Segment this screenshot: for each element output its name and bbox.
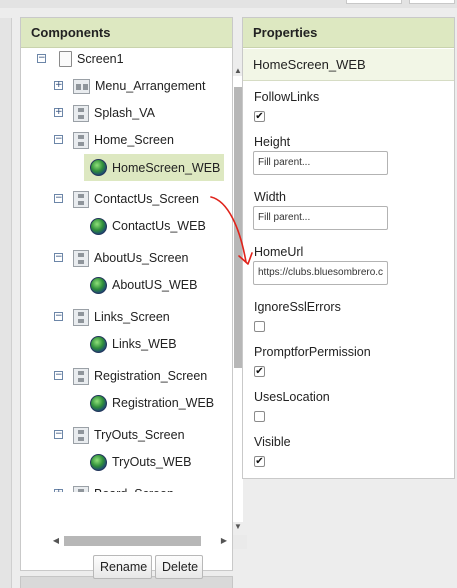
property-label-ignoresslerrors: IgnoreSslErrors: [254, 300, 341, 314]
property-label-useslocation: UsesLocation: [254, 390, 330, 404]
selected-component-name: HomeScreen_WEB: [243, 49, 454, 81]
tree-node[interactable]: − Links_Screen: [54, 307, 170, 327]
collapse-toggle-icon[interactable]: −: [54, 194, 63, 203]
tree-node-label: AboutUs_Screen: [94, 251, 189, 265]
vertical-arrangement-icon: [73, 426, 89, 444]
tree-node[interactable]: − Screen1: [37, 49, 124, 69]
tree-node-label: Links_WEB: [112, 337, 177, 351]
rename-button[interactable]: Rename: [93, 555, 152, 579]
vertical-arrangement-icon: [73, 104, 89, 122]
vertical-arrangement-icon: [73, 249, 89, 267]
scroll-left-arrow-icon[interactable]: ◀: [51, 535, 61, 547]
scrollbar-corner: [233, 535, 247, 549]
tree-node-label: ContactUs_WEB: [112, 219, 206, 233]
tree-node-label: HomeScreen_WEB: [112, 160, 221, 175]
tree-node-label: Links_Screen: [94, 310, 170, 324]
vertical-arrangement-icon: [73, 367, 89, 385]
tree-node[interactable]: ContactUs_WEB: [90, 216, 206, 236]
followlinks-checkbox[interactable]: ✔: [254, 111, 265, 122]
tree-node-label: Registration_Screen: [94, 369, 208, 383]
tree-node-label: TryOuts_WEB: [112, 455, 192, 469]
toolbar-button[interactable]: [409, 0, 455, 4]
scroll-right-arrow-icon[interactable]: ▶: [219, 535, 229, 547]
tree-node[interactable]: Registration_WEB: [90, 393, 214, 413]
tree-node[interactable]: TryOuts_WEB: [90, 452, 191, 472]
visible-checkbox[interactable]: ✔: [254, 456, 265, 467]
tree-node[interactable]: + Splash_VA: [54, 103, 155, 123]
properties-panel-title: Properties: [243, 18, 454, 48]
collapse-toggle-icon[interactable]: −: [37, 54, 46, 63]
screen-icon: [59, 51, 72, 67]
web-viewer-icon: [90, 159, 107, 176]
tree-node-label: Home_Screen: [94, 133, 174, 147]
vertical-arrangement-icon: [73, 131, 89, 149]
tree-horizontal-scrollbar[interactable]: ◀ ▶: [51, 535, 229, 547]
components-panel: Components − Screen1 + Menu_Arrangement + Spl…: [20, 17, 247, 579]
tree-node-label: Splash_VA: [94, 106, 155, 120]
scroll-thumb[interactable]: [234, 87, 242, 368]
property-label-visible: Visible: [254, 435, 291, 449]
tree-node-label: Board_Screen: [94, 487, 174, 492]
scroll-thumb-horizontal[interactable]: [64, 536, 201, 546]
tree-node-label: TryOuts_Screen: [94, 428, 185, 442]
ignoresslerrors-checkbox[interactable]: [254, 321, 265, 332]
vertical-arrangement-icon: [73, 190, 89, 208]
vertical-arrangement-icon: [73, 308, 89, 326]
toolbar-button[interactable]: [346, 0, 402, 4]
tree-node[interactable]: + Menu_Arrangement: [54, 76, 206, 96]
top-toolbar-strip: [0, 0, 457, 8]
tree-node[interactable]: AboutUS_WEB: [90, 275, 197, 295]
vertical-arrangement-icon: [73, 485, 89, 492]
tree-node[interactable]: − TryOuts_Screen: [54, 425, 185, 445]
property-label-followlinks: FollowLinks: [254, 90, 320, 104]
tree-node[interactable]: − Home_Screen: [54, 130, 174, 150]
collapse-toggle-icon[interactable]: −: [54, 253, 63, 262]
tree-node-label: Screen1: [77, 52, 124, 66]
horizontal-arrangement-icon: [73, 78, 90, 94]
tree-node[interactable]: HomeScreen_WEB: [84, 154, 225, 181]
promptforpermission-checkbox[interactable]: ✔: [254, 366, 265, 377]
delete-button[interactable]: Delete: [155, 555, 203, 579]
width-field[interactable]: Fill parent...: [253, 206, 388, 230]
tree-node[interactable]: Links_WEB: [90, 334, 177, 354]
tree-node[interactable]: − AboutUs_Screen: [54, 248, 189, 268]
expand-toggle-icon[interactable]: +: [54, 81, 63, 90]
scroll-down-arrow-icon[interactable]: ▼: [233, 522, 243, 532]
tree-node-label: ContactUs_Screen: [94, 192, 199, 206]
useslocation-checkbox[interactable]: [254, 411, 265, 422]
components-tree: − Screen1 + Menu_Arrangement + Splash_VA − Home…: [21, 18, 232, 492]
tree-node-label: Menu_Arrangement: [95, 79, 206, 93]
web-viewer-icon: [90, 217, 107, 235]
height-field[interactable]: Fill parent...: [253, 151, 388, 175]
expand-toggle-icon[interactable]: +: [54, 489, 63, 492]
collapse-toggle-icon[interactable]: −: [54, 135, 63, 144]
web-viewer-icon: [90, 394, 107, 412]
property-label-height: Height: [254, 135, 291, 149]
expand-toggle-icon[interactable]: +: [54, 108, 63, 117]
tree-node[interactable]: + Board_Screen: [54, 484, 174, 492]
property-label-homeurl: HomeUrl: [254, 245, 304, 259]
collapse-toggle-icon[interactable]: −: [54, 430, 63, 439]
palette-panel-edge: [0, 18, 12, 588]
property-label-promptforpermission: PromptforPermission: [254, 345, 371, 359]
tree-node[interactable]: − ContactUs_Screen: [54, 189, 199, 209]
properties-panel: Properties HomeScreen_WEB FollowLinks ✔ …: [242, 17, 455, 479]
tree-node-label: AboutUS_WEB: [112, 278, 198, 292]
tree-node-label: Registration_WEB: [112, 396, 215, 410]
property-label-width: Width: [254, 190, 286, 204]
web-viewer-icon: [90, 453, 107, 471]
collapse-toggle-icon[interactable]: −: [54, 371, 63, 380]
collapse-toggle-icon[interactable]: −: [54, 312, 63, 321]
web-viewer-icon: [90, 335, 107, 353]
homeurl-field[interactable]: https://clubs.bluesombrero.c: [253, 261, 388, 285]
web-viewer-icon: [90, 276, 107, 294]
tree-node[interactable]: − Registration_Screen: [54, 366, 208, 386]
